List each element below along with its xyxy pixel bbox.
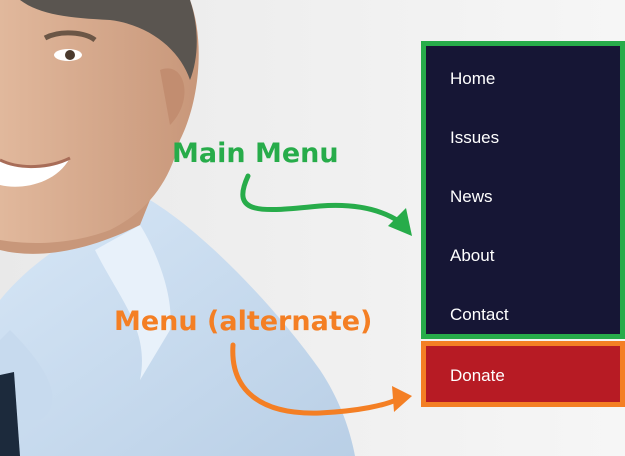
- menu-item-news[interactable]: News: [426, 167, 620, 226]
- menu-item-about[interactable]: About: [426, 226, 620, 285]
- menu-item-issues[interactable]: Issues: [426, 108, 620, 167]
- donate-button[interactable]: Donate: [426, 346, 620, 402]
- scene: Main Menu Menu (alternate) Home Issues N…: [0, 0, 625, 456]
- menu-item-contact[interactable]: Contact: [426, 285, 620, 344]
- main-menu: Home Issues News About Contact: [421, 41, 625, 339]
- alternate-menu-annotation: Menu (alternate): [114, 306, 373, 337]
- menu-item-home[interactable]: Home: [426, 46, 620, 108]
- main-menu-annotation: Main Menu: [172, 138, 339, 169]
- alternate-menu: Donate: [421, 341, 625, 407]
